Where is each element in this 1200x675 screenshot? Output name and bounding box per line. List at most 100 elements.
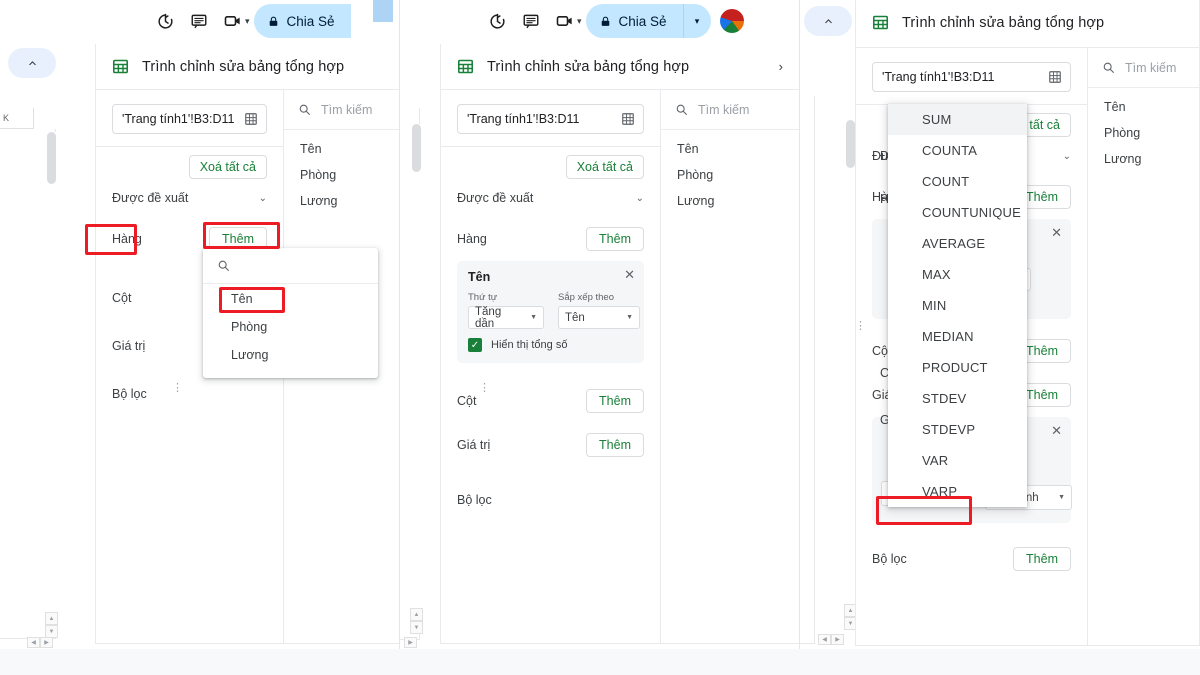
- rows-popup-item-luong[interactable]: Lương: [203, 341, 378, 369]
- agg-item-min[interactable]: MIN: [888, 290, 1027, 321]
- grid-vscroll-thumb-3[interactable]: [846, 120, 855, 168]
- agg-item-counta[interactable]: COUNTA: [888, 135, 1027, 166]
- field-item-luong-2[interactable]: Lương: [661, 188, 799, 214]
- comment-icon[interactable]: [514, 4, 548, 38]
- rows-add-button-2[interactable]: Thêm: [586, 227, 644, 251]
- meet-caret-icon[interactable]: ▾: [577, 16, 582, 27]
- field-item-ten-1[interactable]: Tên: [284, 136, 399, 162]
- grid-hnav-right-3[interactable]: ▶: [831, 634, 844, 645]
- sortby-select[interactable]: Tên ▼: [558, 306, 640, 329]
- field-searchbar-1[interactable]: Tìm kiếm: [284, 90, 399, 130]
- range-input-2[interactable]: 'Trang tính1'!B3:D11: [457, 104, 644, 134]
- chevron-right-icon-2[interactable]: ›: [779, 59, 783, 74]
- agg-item-product[interactable]: PRODUCT: [888, 352, 1027, 383]
- field-item-ten-3[interactable]: Tên: [1088, 94, 1199, 120]
- field-item-phong-2[interactable]: Phòng: [661, 162, 799, 188]
- sortby-value: Tên: [565, 311, 585, 324]
- agg-item-max[interactable]: MAX: [888, 259, 1027, 290]
- chevron-down-icon-2[interactable]: ⌄: [636, 193, 644, 204]
- agg-item-sum[interactable]: SUM: [888, 104, 1027, 135]
- agg-item-countunique[interactable]: COUNTUNIQUE: [888, 197, 1027, 228]
- agg-item-count[interactable]: COUNT: [888, 166, 1027, 197]
- collapse-toolbar-button-3[interactable]: [804, 6, 852, 36]
- range-wrap-1: 'Trang tính1'!B3:D11: [96, 90, 283, 146]
- rows-field-card-wrap: Tên ✕ Thứ tự Tăng dần ▼ Sắp xếp theo Tên…: [441, 251, 660, 363]
- close-icon[interactable]: ✕: [1051, 226, 1062, 239]
- version-history-icon[interactable]: [148, 4, 182, 38]
- grid-scroll-up-1[interactable]: ▲: [45, 612, 58, 625]
- range-value-2: 'Trang tính1'!B3:D11: [467, 112, 580, 126]
- drag-handle-2[interactable]: ⋮: [479, 383, 490, 394]
- filters-section-1: Bộ lọc: [96, 387, 283, 401]
- field-search-column-3: Tìm kiếm Tên Phòng Lương: [1088, 48, 1199, 645]
- grid-hnav-left-1[interactable]: ◀: [27, 637, 40, 648]
- columns-add-button-2[interactable]: Thêm: [586, 389, 644, 413]
- rows-popup-search-1[interactable]: [203, 248, 378, 284]
- suggested-row-1[interactable]: Được đề xuất ⌄: [96, 179, 283, 205]
- grid-hnav-1[interactable]: ◀ ▶: [27, 637, 53, 648]
- agg-item-stdev[interactable]: STDEV: [888, 383, 1027, 414]
- range-input-1[interactable]: 'Trang tính1'!B3:D11: [112, 104, 267, 134]
- field-card-title: Tên: [468, 270, 491, 284]
- grid-vscrollbar-3[interactable]: [846, 120, 855, 618]
- grid-hnav-2[interactable]: ▶: [404, 637, 417, 648]
- grid-hnav-left-3[interactable]: ◀: [818, 634, 831, 645]
- field-searchbar-2[interactable]: Tìm kiếm: [661, 90, 799, 130]
- avatar[interactable]: [719, 9, 744, 33]
- check-icon[interactable]: ✓: [468, 338, 482, 352]
- values-add-button-2[interactable]: Thêm: [586, 433, 644, 457]
- agg-item-var[interactable]: VAR: [888, 445, 1027, 476]
- agg-item-stdevp[interactable]: STDEVP: [888, 414, 1027, 445]
- grid-column-header-k[interactable]: K: [0, 108, 34, 129]
- values-label-2: Giá trị: [457, 438, 491, 452]
- share-dropdown-2[interactable]: ▾: [682, 4, 711, 38]
- field-item-ten-2[interactable]: Tên: [661, 136, 799, 162]
- grid-scroll-down-2[interactable]: ▼: [410, 621, 423, 634]
- range-wrap-2: 'Trang tính1'!B3:D11: [441, 90, 660, 146]
- suggested-row-2[interactable]: Được đề xuất ⌄: [441, 179, 660, 205]
- drag-handle-1[interactable]: ⋮: [172, 383, 183, 394]
- agg-item-median[interactable]: MEDIAN: [888, 321, 1027, 352]
- search-icon: [218, 260, 229, 271]
- share-button-1[interactable]: Chia Sẻ: [253, 4, 351, 38]
- clear-all-button-1[interactable]: Xoá tất cả: [188, 155, 267, 179]
- chevron-down-icon-3[interactable]: ⌄: [1063, 151, 1071, 162]
- clear-all-button-2[interactable]: Xoá tất cả: [565, 155, 644, 179]
- grid-vscroll-thumb-1[interactable]: [47, 132, 56, 184]
- field-searchbar-3[interactable]: Tìm kiếm: [1088, 48, 1199, 88]
- values-label-1: Giá trị: [112, 339, 146, 353]
- show-totals-row[interactable]: ✓ Hiển thị tổng số: [468, 338, 633, 352]
- grid-cells-area-3[interactable]: [800, 96, 815, 644]
- order-select[interactable]: Tăng dần ▼: [468, 306, 544, 330]
- close-icon[interactable]: ✕: [624, 268, 635, 281]
- agg-item-average[interactable]: AVERAGE: [888, 228, 1027, 259]
- agg-item-varp[interactable]: VARP: [888, 476, 1027, 507]
- grid-hnav-3[interactable]: ◀ ▶: [818, 634, 844, 645]
- field-item-phong-3[interactable]: Phòng: [1088, 120, 1199, 146]
- comment-icon[interactable]: [182, 4, 216, 38]
- select-range-icon[interactable]: [244, 112, 258, 126]
- chevron-down-icon-1[interactable]: ⌄: [259, 193, 267, 204]
- share-button-2[interactable]: Chia Sẻ: [585, 4, 683, 38]
- grid-vscrollbar-1[interactable]: [47, 132, 56, 622]
- grid-scroll-up-2[interactable]: ▲: [410, 608, 423, 621]
- meet-caret-icon[interactable]: ▾: [245, 16, 250, 27]
- close-icon[interactable]: ✕: [1051, 424, 1062, 437]
- top-toolbar-2: ▾ Chia Sẻ ▾: [480, 4, 744, 38]
- select-range-icon[interactable]: [621, 112, 635, 126]
- field-item-luong-1[interactable]: Lương: [284, 188, 399, 214]
- field-item-luong-3[interactable]: Lương: [1088, 146, 1199, 172]
- field-item-phong-1[interactable]: Phòng: [284, 162, 399, 188]
- rows-popup-item-ten[interactable]: Tên: [203, 284, 378, 313]
- grid-vscroll-thumb-2[interactable]: [412, 124, 421, 172]
- grid-hnav-right-1[interactable]: ▶: [40, 637, 53, 648]
- version-history-icon[interactable]: [480, 4, 514, 38]
- filters-add-button-3[interactable]: Thêm: [1013, 547, 1071, 571]
- select-range-icon[interactable]: [1048, 70, 1062, 84]
- grid-hnav-right-2[interactable]: ▶: [404, 637, 417, 648]
- range-input-3[interactable]: 'Trang tính1'!B3:D11: [872, 62, 1071, 92]
- grid-vscrollbar-2[interactable]: [412, 124, 421, 618]
- collapse-toolbar-button-1[interactable]: [8, 48, 56, 78]
- rows-popup-item-phong[interactable]: Phòng: [203, 313, 378, 341]
- drag-handle-3[interactable]: ⋮: [855, 321, 866, 332]
